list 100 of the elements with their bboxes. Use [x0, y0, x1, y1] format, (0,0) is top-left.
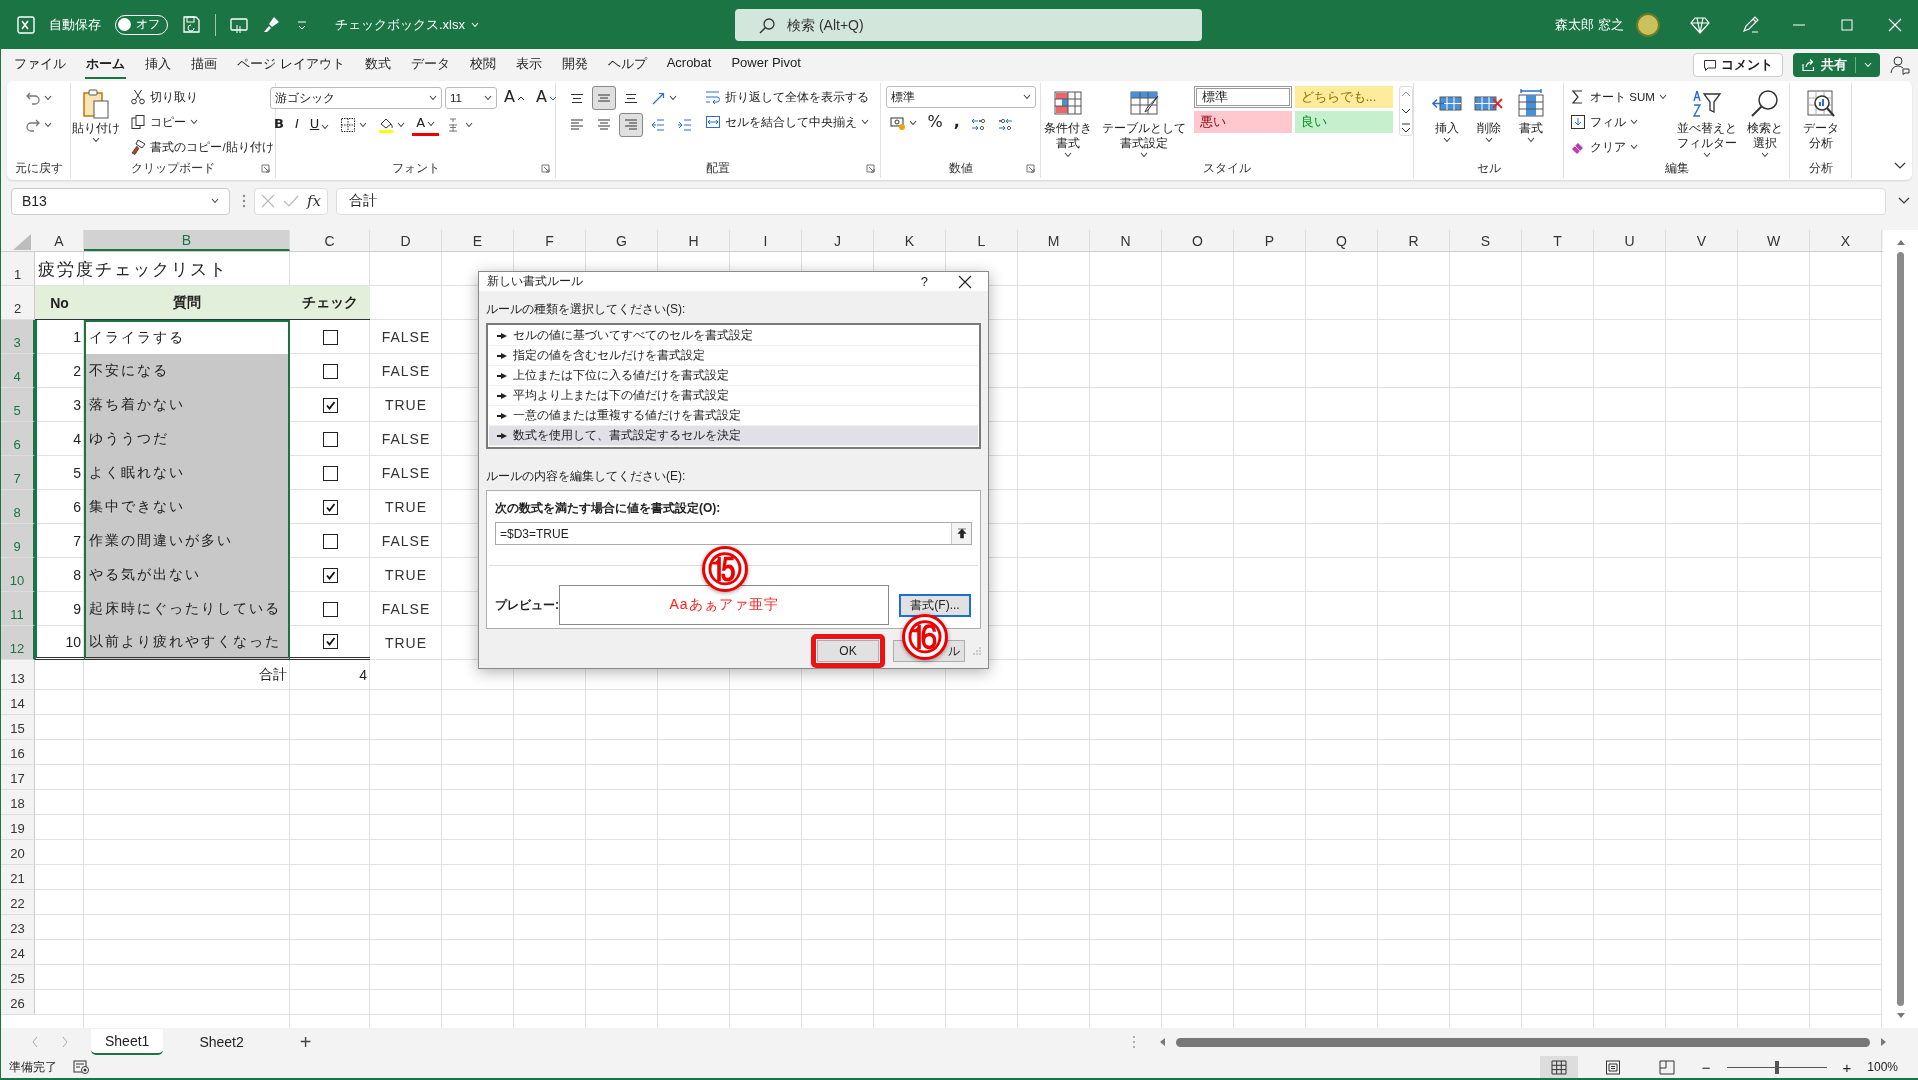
column-header[interactable]: B — [84, 230, 290, 251]
column-header[interactable]: J — [802, 230, 874, 251]
row-header[interactable]: 3 — [1, 320, 35, 354]
row-header[interactable]: 26 — [1, 990, 35, 1015]
menu-tab[interactable]: Power Pivot — [730, 51, 802, 79]
resize-grip-icon[interactable] — [973, 647, 981, 655]
checkbox[interactable] — [322, 601, 338, 617]
formula-field[interactable]: 合計 — [336, 187, 1886, 215]
menu-tab[interactable]: 描画 — [190, 51, 218, 79]
sheet-tab[interactable]: Sheet2 — [185, 1030, 258, 1054]
checkbox[interactable] — [322, 465, 338, 481]
ok-button[interactable]: OK — [817, 640, 879, 662]
rule-type-option[interactable]: 数式を使用して、書式設定するセルを決定 — [489, 426, 978, 446]
dialog-launcher-icon[interactable] — [541, 164, 550, 173]
format-painter-button[interactable]: 書式のコピー/貼り付け — [128, 136, 276, 158]
row-header[interactable]: 9 — [1, 524, 35, 558]
row-header[interactable]: 2 — [1, 286, 35, 320]
search-field[interactable]: 検索 (Alt+Q) — [735, 8, 1202, 41]
rule-type-list[interactable]: セルの値に基づいてすべてのセルを書式設定 指定の値を含むセルだけを書式設定 上位または下位に入る値だけを書式設定 平均より上または下の値だけを書式設定 一意の値または重複する値だけを書式設定 数式を使用して、書式設定するセルを決定 — [486, 323, 981, 449]
accessibility-icon[interactable] — [73, 1060, 89, 1074]
spreadsheet-logo-icon[interactable] — [17, 14, 35, 35]
column-header[interactable]: K — [874, 230, 946, 251]
more-icon[interactable] — [242, 194, 246, 208]
menu-tab[interactable]: ヘルプ — [606, 51, 648, 79]
row-header[interactable]: 17 — [1, 765, 35, 790]
column-header[interactable]: W — [1738, 230, 1810, 251]
diamond-icon[interactable] — [1690, 14, 1710, 35]
scroll-up-icon[interactable] — [1895, 238, 1906, 246]
rule-type-option[interactable]: 平均より上または下の値だけを書式設定 — [489, 386, 978, 406]
rule-type-option[interactable]: 上位または下位に入る値だけを書式設定 — [489, 366, 978, 386]
column-header[interactable]: X — [1810, 230, 1882, 251]
column-header[interactable]: Q — [1306, 230, 1378, 251]
grow-font-button[interactable]: A — [500, 86, 529, 110]
menu-tab[interactable]: 挿入 — [144, 51, 172, 79]
row-header[interactable]: 21 — [1, 865, 35, 890]
comma-button[interactable]: , — [949, 111, 964, 135]
checkbox[interactable] — [322, 567, 338, 583]
help-button[interactable]: ? — [920, 274, 928, 289]
menu-tab[interactable]: 表示 — [514, 51, 543, 79]
checkbox[interactable] — [322, 329, 338, 345]
view-button[interactable] — [1539, 1056, 1578, 1078]
checkbox[interactable] — [322, 363, 338, 379]
gallery-more-icon[interactable] — [1399, 121, 1412, 135]
checkbox[interactable] — [322, 431, 338, 447]
cell-style[interactable]: 標準 — [1193, 86, 1292, 108]
cut-button[interactable]: 切り取り — [128, 86, 201, 108]
underline-button[interactable]: U — [305, 113, 334, 137]
zoom-out-button[interactable]: − — [1701, 1058, 1711, 1076]
font-size-dropdown[interactable]: 11 — [445, 87, 498, 109]
row-header[interactable]: 1 — [1, 252, 35, 286]
cell-style[interactable]: 悪い — [1193, 111, 1292, 133]
find-select-button[interactable]: 検索と 選択 — [1744, 86, 1785, 160]
save-icon[interactable] — [182, 15, 201, 34]
dialog-launcher-icon[interactable] — [866, 164, 875, 173]
row-header[interactable]: 6 — [1, 422, 35, 456]
brush-icon[interactable] — [262, 15, 281, 34]
comment-button[interactable]: コメント — [1693, 53, 1783, 77]
cell-style[interactable]: 良い — [1294, 111, 1393, 133]
column-header[interactable]: L — [946, 230, 1018, 251]
sort-filter-button[interactable]: 並べ替えと フィルター — [1674, 86, 1739, 160]
row-header[interactable]: 10 — [1, 558, 35, 592]
column-header[interactable]: U — [1594, 230, 1666, 251]
scroll-right-icon[interactable] — [1880, 1037, 1888, 1047]
column-header[interactable]: C — [290, 230, 370, 251]
checkbox[interactable] — [322, 533, 338, 549]
column-header[interactable]: E — [442, 230, 514, 251]
column-header[interactable]: O — [1162, 230, 1234, 251]
copy-button[interactable]: コピー — [128, 111, 201, 133]
scrollbar-thumb[interactable] — [1176, 1037, 1870, 1047]
dialog-launcher-icon[interactable] — [261, 164, 270, 173]
format-button[interactable]: 書式(F)... — [899, 593, 971, 617]
checkbox[interactable] — [322, 397, 338, 413]
italic-button[interactable]: I — [290, 113, 303, 137]
row-header[interactable]: 15 — [1, 715, 35, 740]
file-name[interactable]: チェックボックス.xlsx — [335, 15, 479, 34]
expand-icon[interactable] — [1898, 197, 1910, 205]
range-select-button[interactable] — [951, 523, 971, 544]
zoom-in-button[interactable]: + — [1842, 1058, 1852, 1076]
menu-tab[interactable]: データ — [409, 51, 451, 79]
insert-button[interactable]: 挿入 — [1428, 86, 1465, 145]
wrap-text-button[interactable]: 折り返して全体を表示する — [703, 86, 871, 108]
menu-tab[interactable]: 校閲 — [468, 51, 497, 79]
data-analysis-button[interactable]: データ 分析 — [1800, 86, 1841, 152]
checkbox[interactable] — [322, 499, 338, 515]
scroll-left-icon[interactable] — [1158, 1037, 1166, 1047]
cell-style[interactable]: どちらでも... — [1294, 86, 1393, 108]
column-header[interactable]: F — [514, 230, 586, 251]
touch-mode-icon[interactable] — [230, 15, 248, 34]
number-format-dropdown[interactable]: 標準 — [885, 86, 1036, 108]
menu-tab[interactable]: ページ レイアウト — [236, 51, 346, 79]
row-header[interactable]: 22 — [1, 890, 35, 915]
row-header[interactable]: 4 — [1, 354, 35, 388]
row-header[interactable]: 24 — [1, 940, 35, 965]
clear-button[interactable]: クリア — [1568, 136, 1641, 158]
dialog-launcher-icon[interactable] — [1026, 164, 1035, 173]
row-header[interactable]: 12 — [1, 626, 35, 660]
column-header[interactable]: D — [370, 230, 442, 251]
fill-button[interactable]: フィル — [1568, 111, 1641, 133]
row-header[interactable]: 19 — [1, 815, 35, 840]
conditional-format-button[interactable]: 条件付き 書式 — [1041, 86, 1094, 160]
